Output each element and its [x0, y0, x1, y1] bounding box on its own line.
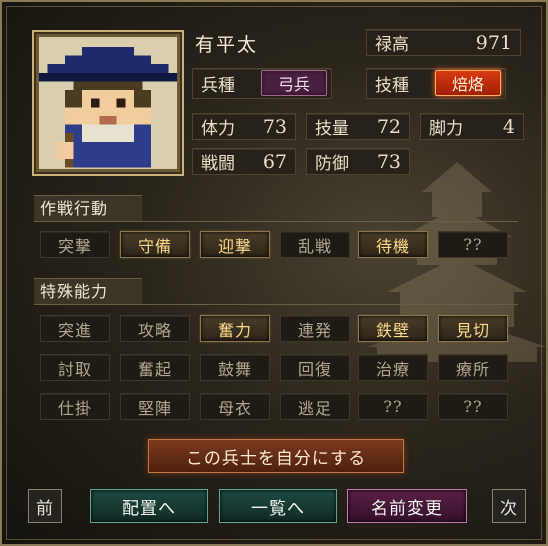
stipend-label: 禄高	[375, 35, 409, 55]
stipend-value: 971	[475, 31, 512, 54]
ability-button[interactable]: ??	[438, 393, 508, 420]
list-button[interactable]: 一覧へ	[219, 489, 337, 523]
stat-label: 防御	[315, 154, 349, 174]
stat-defense: 防御 73	[306, 148, 410, 175]
ability-button[interactable]: 討取	[40, 354, 110, 381]
make-own-soldier-button[interactable]: この兵士を自分にする	[148, 439, 404, 473]
ability-button[interactable]: 母衣	[200, 393, 270, 420]
tactic-button-charge[interactable]: 突撃	[40, 231, 110, 258]
ability-button[interactable]: 奮力	[200, 315, 270, 342]
abilities-section-title: 特殊能力	[34, 278, 142, 304]
stat-value: 73	[376, 150, 401, 173]
tactic-button-melee[interactable]: 乱戦	[280, 231, 350, 258]
soldier-portrait	[39, 37, 177, 169]
tactic-button-wait[interactable]: 待機	[358, 231, 428, 258]
ability-button[interactable]: 突進	[40, 315, 110, 342]
stat-speed: 脚力 4	[420, 113, 524, 140]
skill-type-value: 焙烙	[435, 70, 501, 96]
ability-button[interactable]: 鼓舞	[200, 354, 270, 381]
ability-button[interactable]: 治療	[358, 354, 428, 381]
skill-type-label: 技種	[375, 76, 409, 96]
ability-button[interactable]: 療所	[438, 354, 508, 381]
ability-button[interactable]: 鉄壁	[358, 315, 428, 342]
ability-button[interactable]: 堅陣	[120, 393, 190, 420]
ability-button[interactable]: 奮起	[120, 354, 190, 381]
tactic-button-intercept[interactable]: 迎撃	[200, 231, 270, 258]
ability-button[interactable]: ??	[358, 393, 428, 420]
tactic-button-unknown[interactable]: ??	[438, 231, 508, 258]
next-button[interactable]: 次	[492, 489, 526, 523]
stat-label: 技量	[315, 119, 349, 139]
unit-type-value: 弓兵	[261, 70, 327, 96]
stat-stamina: 体力 73	[192, 113, 296, 140]
soldier-status-panel: 有平太 禄高 971 兵種 弓兵 技種 焙烙 体力 73 技量 72 脚力 4 …	[0, 0, 548, 546]
tactic-button-guard[interactable]: 守備	[120, 231, 190, 258]
stat-label: 脚力	[429, 119, 463, 139]
unit-type-label: 兵種	[201, 76, 235, 96]
stat-technique: 技量 72	[306, 113, 410, 140]
divider	[34, 221, 518, 222]
prev-button[interactable]: 前	[28, 489, 62, 523]
stat-label: 体力	[201, 119, 235, 139]
ability-button[interactable]: 見切	[438, 315, 508, 342]
ability-button[interactable]: 連発	[280, 315, 350, 342]
soldier-name: 有平太	[195, 34, 259, 56]
rename-button[interactable]: 名前変更	[347, 489, 467, 523]
ability-button[interactable]: 逃足	[280, 393, 350, 420]
deploy-button[interactable]: 配置へ	[90, 489, 208, 523]
stipend-box: 禄高 971	[366, 29, 521, 56]
stat-combat: 戦闘 67	[192, 148, 296, 175]
ability-button[interactable]: 仕掛	[40, 393, 110, 420]
ability-button[interactable]: 攻略	[120, 315, 190, 342]
stat-label: 戦闘	[201, 154, 235, 174]
tactics-section-title: 作戦行動	[34, 195, 142, 221]
ability-button[interactable]: 回復	[280, 354, 350, 381]
stat-value: 73	[262, 115, 287, 138]
divider	[34, 304, 518, 305]
stat-value: 4	[502, 115, 515, 138]
stat-value: 67	[262, 150, 287, 173]
portrait-frame	[32, 30, 184, 176]
stat-value: 72	[376, 115, 401, 138]
